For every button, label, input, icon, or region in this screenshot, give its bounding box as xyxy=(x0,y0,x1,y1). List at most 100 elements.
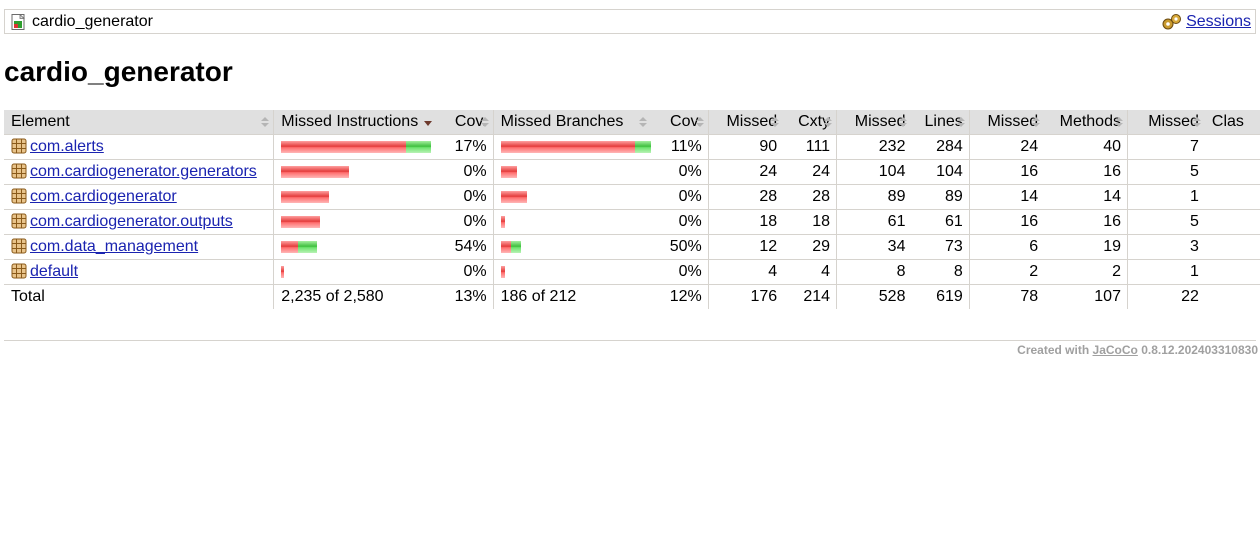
lines: 8 xyxy=(911,259,970,285)
header-classes[interactable]: Clas xyxy=(1204,110,1260,135)
table-row: com.cardiogenerator.generators 0% 0% 24 24 10… xyxy=(4,159,1260,185)
lines: 61 xyxy=(911,209,970,235)
cxty-missed: 24 xyxy=(707,159,784,185)
branches-cov: 0% xyxy=(650,259,709,285)
instructions-bar xyxy=(273,159,436,185)
header-missed-branches[interactable]: Missed Branches xyxy=(492,110,651,135)
header-cxty-missed[interactable]: Missed xyxy=(707,110,784,135)
classes xyxy=(1204,259,1260,285)
classes-missed: 1 xyxy=(1126,259,1205,285)
branches-bar xyxy=(492,209,651,235)
package-icon xyxy=(11,163,27,178)
methods-missed: 24 xyxy=(968,134,1045,160)
lines-missed: 8 xyxy=(836,259,912,285)
lines-missed: 34 xyxy=(836,234,912,260)
lines: 89 xyxy=(911,184,970,210)
table-row: default 0% 0% 4 4 8 8 2 2 1 xyxy=(4,259,1260,285)
header-missed-instructions[interactable]: Missed Instructions xyxy=(273,110,436,135)
sort-desc-icon xyxy=(423,117,432,128)
covered-bar-segment xyxy=(298,240,318,253)
footer: Created with JaCoCo 0.8.12.202403310830 xyxy=(1017,343,1258,357)
total-branches-cov: 12% xyxy=(650,283,709,309)
page-title: cardio_generator xyxy=(4,56,233,87)
branches-bar xyxy=(492,259,651,285)
instructions-cov: 0% xyxy=(435,259,494,285)
header-branches-cov[interactable]: Cov. xyxy=(650,110,709,135)
element-cell: com.cardiogenerator.generators xyxy=(4,159,274,185)
header-instructions-cov[interactable]: Cov. xyxy=(435,110,494,135)
package-icon xyxy=(11,263,27,278)
element-cell: com.cardiogenerator xyxy=(4,184,274,210)
package-link[interactable]: com.cardiogenerator.generators xyxy=(30,163,257,180)
total-instructions-cov: 13% xyxy=(435,283,494,309)
branches-cov: 50% xyxy=(650,234,709,260)
instructions-bar xyxy=(273,259,436,285)
footer-version: 0.8.12.202403310830 xyxy=(1141,343,1258,357)
cxty: 18 xyxy=(783,209,837,235)
methods: 16 xyxy=(1044,209,1128,235)
header-methods[interactable]: Methods xyxy=(1044,110,1128,135)
branches-cov: 0% xyxy=(650,184,709,210)
sort-icon xyxy=(480,117,489,128)
header-methods-missed[interactable]: Missed xyxy=(968,110,1045,135)
package-link[interactable]: com.cardiogenerator.outputs xyxy=(30,213,233,230)
sort-icon xyxy=(638,117,647,128)
sessions-link[interactable]: Sessions xyxy=(1186,13,1251,31)
header-classes-missed[interactable]: Missed xyxy=(1126,110,1205,135)
lines-missed: 232 xyxy=(836,134,912,160)
methods-missed: 6 xyxy=(968,234,1045,260)
table-row: com.data_management 54% 50% 12 29 34 73 6 19 3 xyxy=(4,234,1260,260)
instructions-cov: 0% xyxy=(435,184,494,210)
instructions-bar xyxy=(273,184,436,210)
cxty-missed: 18 xyxy=(707,209,784,235)
total-branches: 186 of 212 xyxy=(492,283,651,309)
classes-missed: 7 xyxy=(1126,134,1205,160)
total-classes xyxy=(1204,283,1260,309)
package-link[interactable]: com.alerts xyxy=(30,138,104,155)
total-label: Total xyxy=(4,283,274,309)
header-element[interactable]: Element xyxy=(4,110,274,135)
total-cxty: 214 xyxy=(783,283,837,309)
classes xyxy=(1204,159,1260,185)
package-icon xyxy=(11,188,27,203)
package-link[interactable]: default xyxy=(30,263,78,280)
branches-bar xyxy=(492,134,651,160)
missed-bar-segment xyxy=(500,265,505,278)
missed-bar-segment xyxy=(500,140,635,153)
header-lines[interactable]: Lines xyxy=(911,110,970,135)
sort-icon xyxy=(1192,117,1201,128)
element-cell: default xyxy=(4,259,274,285)
sort-icon xyxy=(695,117,704,128)
instructions-bar xyxy=(273,134,436,160)
sort-icon xyxy=(956,117,965,128)
header-cxty[interactable]: Cxty xyxy=(783,110,837,135)
footer-divider xyxy=(4,340,1256,341)
classes-missed: 1 xyxy=(1126,184,1205,210)
classes xyxy=(1204,134,1260,160)
package-link[interactable]: com.data_management xyxy=(30,238,198,255)
cxty-missed: 4 xyxy=(707,259,784,285)
branches-bar xyxy=(492,159,651,185)
package-link[interactable]: com.cardiogenerator xyxy=(30,188,177,205)
missed-bar-segment xyxy=(281,165,350,178)
methods: 14 xyxy=(1044,184,1128,210)
instructions-cov: 0% xyxy=(435,209,494,235)
classes xyxy=(1204,234,1260,260)
classes-missed: 5 xyxy=(1126,209,1205,235)
lines: 104 xyxy=(911,159,970,185)
classes xyxy=(1204,209,1260,235)
missed-bar-segment xyxy=(281,265,285,278)
sort-icon xyxy=(1114,117,1123,128)
total-methods: 107 xyxy=(1044,283,1128,309)
total-instructions: 2,235 of 2,580 xyxy=(273,283,436,309)
branches-cov: 0% xyxy=(650,159,709,185)
cxty: 28 xyxy=(783,184,837,210)
covered-bar-segment xyxy=(634,140,651,153)
missed-bar-segment xyxy=(281,215,321,228)
header-lines-missed[interactable]: Missed xyxy=(836,110,912,135)
table-row: com.cardiogenerator 0% 0% 28 28 89 89 14 14 1 xyxy=(4,184,1260,210)
classes xyxy=(1204,184,1260,210)
total-row: Total 2,235 of 2,580 13% 186 of 212 12% … xyxy=(4,283,1260,309)
jacoco-link[interactable]: JaCoCo xyxy=(1093,343,1138,357)
instructions-cov: 54% xyxy=(435,234,494,260)
